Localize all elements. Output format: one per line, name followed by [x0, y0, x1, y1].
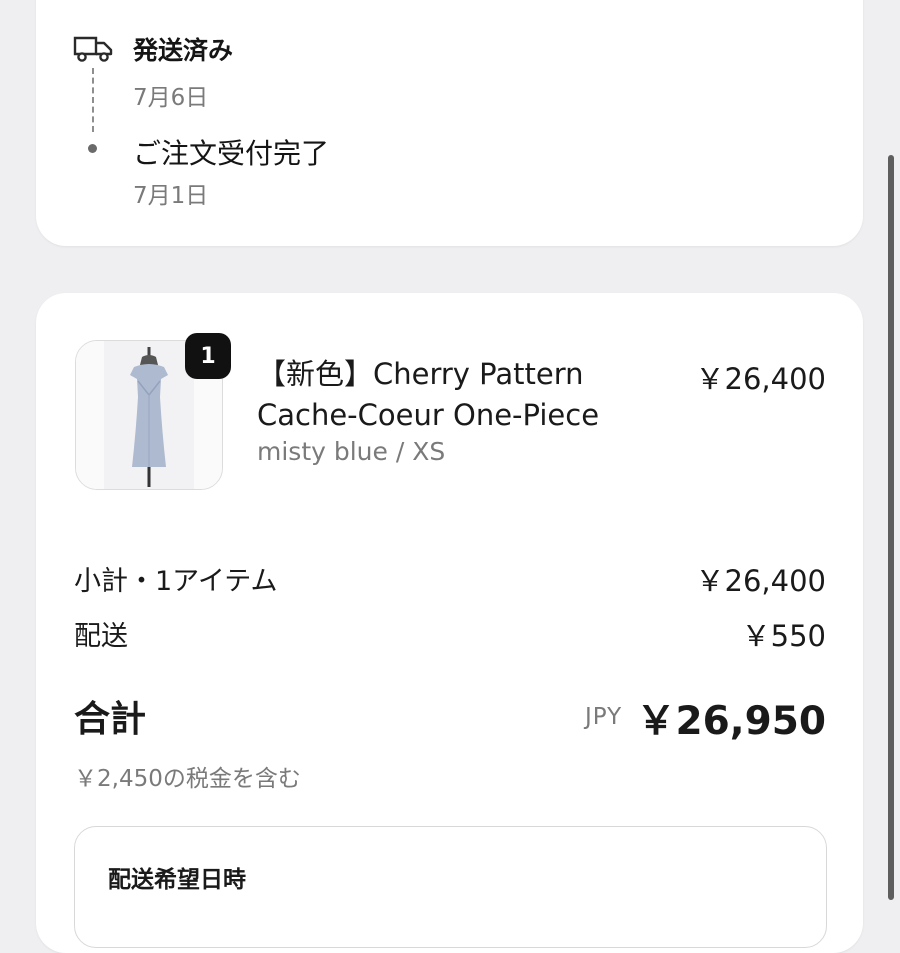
total-label: 合計 [74, 699, 147, 740]
product-name[interactable]: 【新色】Cherry Pattern Cache-Coeur One-Piece [257, 354, 657, 436]
product-variant: misty blue / XS [257, 437, 446, 466]
product-name-line2: Cache-Coeur One-Piece [257, 398, 600, 432]
subtotal-value: ￥26,400 [695, 564, 826, 598]
subtotal-label: 小計・1アイテム [74, 566, 278, 597]
shipping-label: 配送 [74, 621, 128, 652]
scrollbar-thumb[interactable] [888, 155, 894, 900]
quantity-badge: 1 [185, 333, 231, 379]
timeline-connector [92, 68, 94, 132]
status-shipped-date: 7月6日 [133, 85, 209, 111]
shipping-value: ￥550 [741, 619, 826, 653]
truck-icon [73, 36, 113, 62]
timeline-dot-icon [88, 144, 97, 153]
total-currency: JPY [585, 704, 623, 730]
status-order-received-title: ご注文受付完了 [133, 137, 330, 170]
tax-note: ￥2,450の税金を含む [74, 766, 301, 792]
status-order-received-date: 7月1日 [133, 183, 209, 209]
delivery-preference-title: 配送希望日時 [108, 867, 246, 893]
product-price: ￥26,400 [695, 362, 826, 396]
total-value: ￥26,950 [636, 699, 827, 744]
product-name-line1: 【新色】Cherry Pattern [257, 357, 584, 391]
status-shipped-title: 発送済み [133, 36, 234, 65]
